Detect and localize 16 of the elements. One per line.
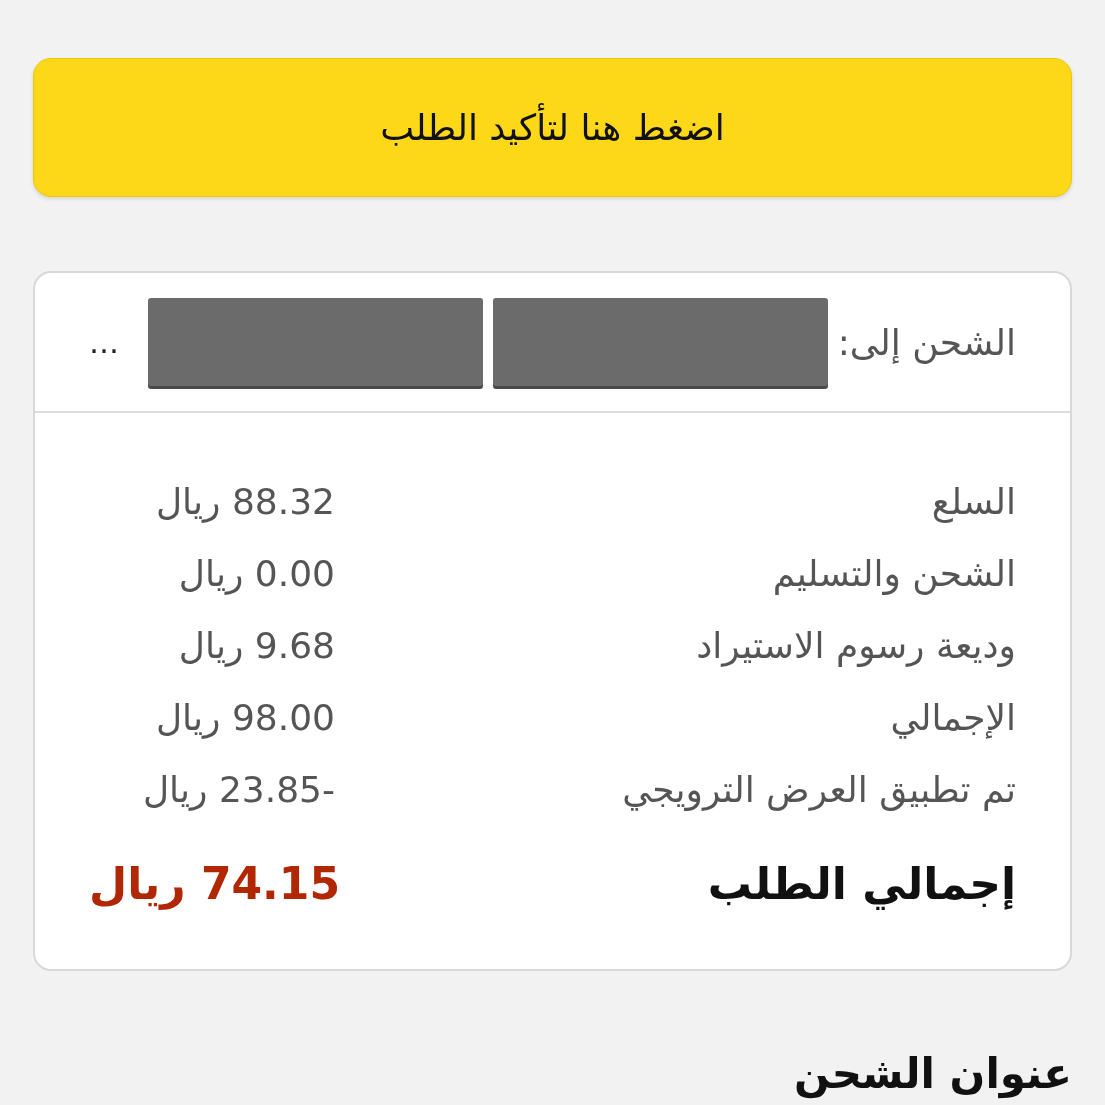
summary-label: تم تطبيق العرض الترويجي xyxy=(622,768,1016,810)
summary-amount: 0.00 ريال xyxy=(177,552,335,594)
summary-label: وديعة رسوم الاستيراد xyxy=(696,624,1016,666)
summary-amount: 88.32 ريال xyxy=(154,480,335,522)
order-total-amount: 74.15 ريال xyxy=(89,857,341,909)
summary-label: الإجمالي xyxy=(890,696,1016,738)
ship-to-label: الشحن إلى: xyxy=(837,321,1016,363)
summary-label: الشحن والتسليم xyxy=(772,552,1016,594)
summary-label: السلع xyxy=(931,480,1016,522)
section-heading: عنوان الشحن xyxy=(793,1049,1072,1098)
summary-amount: 9.68 ريال xyxy=(177,624,335,666)
address-text: … xyxy=(89,324,119,360)
summary-amount: -23.85 ريال xyxy=(141,768,335,810)
order-total-label: إجمالي الطلب xyxy=(707,857,1016,909)
confirm-order-button[interactable]: اضغط هنا لتأكيد الطلب xyxy=(33,58,1072,197)
summary-amount: 98.00 ريال xyxy=(154,696,335,738)
